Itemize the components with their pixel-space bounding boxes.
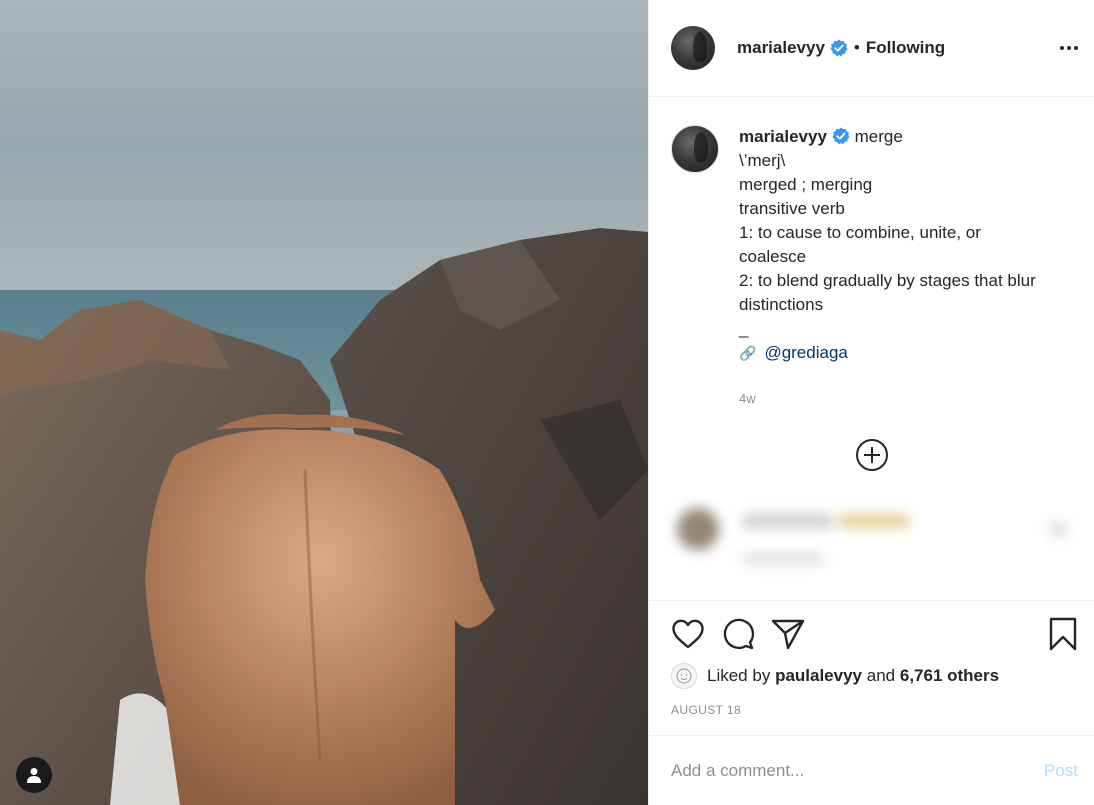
sketch-face-icon	[676, 668, 692, 684]
caption-line: 2: to blend gradually by stages that blu…	[739, 271, 1036, 314]
paper-plane-icon	[771, 619, 805, 650]
caption-body: marialevyy merge \’merj\ merged ; mergin…	[739, 125, 1049, 411]
post-side-panel: marialevyy • Following marialevyy merge …	[648, 0, 1094, 805]
liker-avatar[interactable]	[671, 663, 697, 689]
heart-icon	[672, 619, 704, 649]
liked-by-and: and	[866, 666, 896, 685]
verified-badge-icon	[830, 39, 848, 57]
liked-by-prefix: Liked by	[707, 666, 771, 685]
post-header: marialevyy • Following	[649, 0, 1094, 97]
comments-section: marialevyy merge \’merj\ merged ; mergin…	[649, 97, 1094, 600]
person-tag-icon	[27, 768, 41, 783]
like-button[interactable]	[671, 618, 705, 650]
comment-input[interactable]	[671, 760, 1044, 781]
post-actions: Liked by paulalevyy and 6,761 others AUG…	[649, 600, 1094, 717]
plus-circle-icon[interactable]	[856, 439, 888, 471]
add-comment-bar: Post	[649, 735, 1094, 805]
post-date[interactable]: AUGUST 18	[671, 703, 1078, 717]
caption-line: 1: to cause to combine, unite, or coales…	[739, 223, 981, 266]
bookmark-icon	[1049, 617, 1077, 651]
post-time-ago[interactable]: 4w	[739, 387, 1049, 411]
liked-others-count[interactable]: 6,761 others	[900, 666, 999, 686]
post-caption: marialevyy merge \’merj\ merged ; mergin…	[671, 125, 1074, 411]
caption-line: merge	[854, 127, 903, 146]
blurred-comment	[663, 492, 1078, 580]
share-button[interactable]	[771, 618, 805, 650]
credit-mention-link[interactable]: @grediaga	[764, 343, 847, 362]
caption-author-username[interactable]: marialevyy	[739, 127, 827, 146]
liked-by-user[interactable]: paulalevyy	[775, 666, 862, 686]
author-username[interactable]: marialevyy	[737, 38, 825, 58]
comment-bubble-icon	[723, 618, 755, 650]
follow-separator: •	[853, 38, 860, 57]
caption-line: \’merj\	[739, 151, 786, 170]
following-button[interactable]: Following	[866, 38, 945, 58]
link-emoji-icon: 🔗	[739, 345, 757, 361]
beach-rocks-back-photo	[0, 0, 648, 805]
action-icons-row	[671, 601, 1078, 667]
post-comment-button[interactable]: Post	[1044, 761, 1078, 781]
caption-author-avatar[interactable]	[671, 125, 719, 173]
comment-button[interactable]	[721, 618, 755, 650]
likes-summary: Liked by paulalevyy and 6,761 others	[671, 663, 1078, 689]
more-options-icon[interactable]	[1060, 40, 1078, 56]
author-avatar[interactable]	[671, 26, 715, 70]
caption-line: merged ; merging	[739, 175, 873, 194]
save-button[interactable]	[1048, 617, 1078, 651]
caption-line: _	[739, 319, 749, 338]
caption-line: transitive verb	[739, 199, 845, 218]
tagged-people-button[interactable]	[16, 757, 52, 793]
verified-badge-icon	[832, 127, 850, 145]
post-photo[interactable]	[0, 0, 648, 805]
